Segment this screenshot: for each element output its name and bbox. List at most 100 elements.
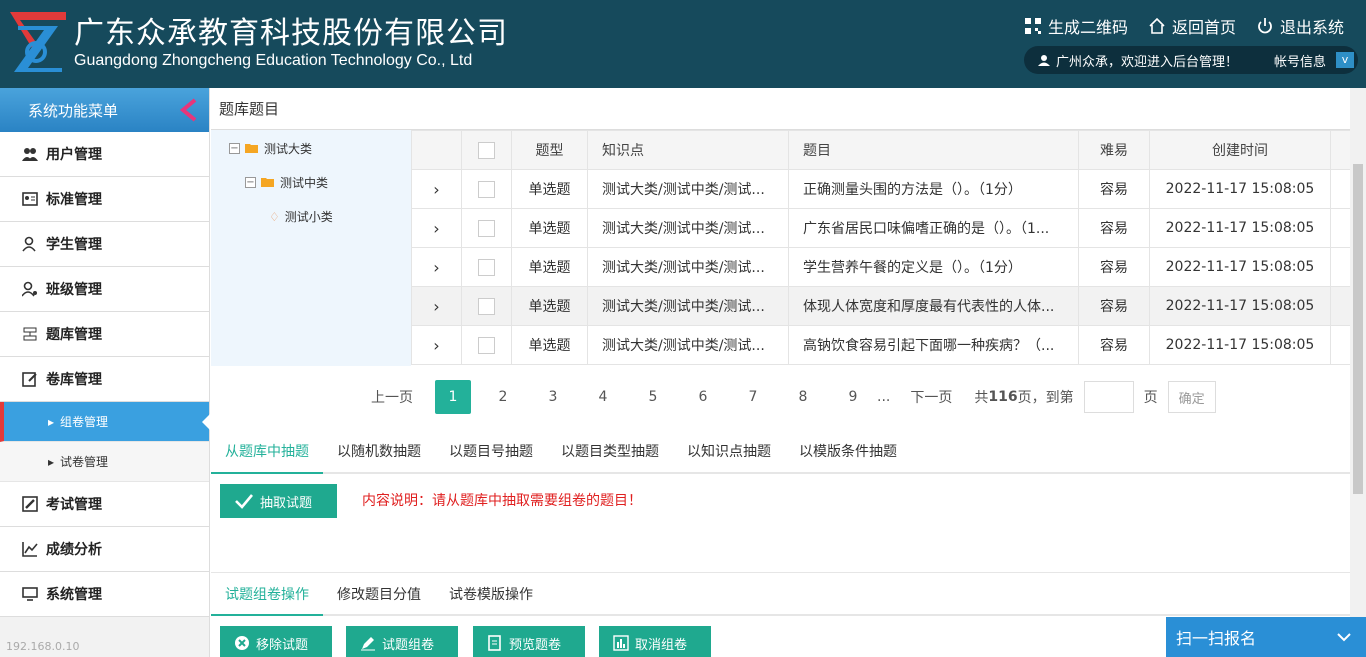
- total-pages: 116: [988, 389, 1018, 405]
- select-all-checkbox[interactable]: [478, 141, 495, 159]
- sidebar-item-label: 系统管理: [46, 587, 102, 603]
- column-header-question: 题目: [788, 130, 1079, 170]
- page-8-button[interactable]: 8: [785, 380, 821, 414]
- chevron-down-icon: [1337, 633, 1351, 642]
- compose-paper-button[interactable]: 试题组卷: [346, 626, 458, 657]
- edit-icon: [22, 372, 37, 387]
- tree-node-level1[interactable]: − 测试大类: [229, 140, 312, 157]
- remove-questions-button[interactable]: 移除试题: [220, 626, 332, 657]
- prev-page-button[interactable]: 上一页: [371, 387, 413, 407]
- home-link[interactable]: 返回首页: [1148, 14, 1236, 38]
- cell-type: 单选题: [511, 169, 588, 209]
- preview-paper-button[interactable]: 预览题卷: [473, 626, 585, 657]
- table-row[interactable]: › 单选题 测试大类/测试中类/测试... 高钠饮食容易引起下面哪一种疾病？（.…: [411, 325, 1351, 365]
- goto-page-input[interactable]: [1083, 381, 1134, 413]
- table-row[interactable]: › 单选题 测试大类/测试中类/测试... 学生营养午餐的定义是（）。（1分） …: [411, 247, 1351, 287]
- tree-collapse-icon[interactable]: −: [229, 143, 240, 154]
- row-checkbox[interactable]: [478, 219, 495, 237]
- tab-extract-by-number[interactable]: 以题目号抽题: [435, 430, 547, 472]
- page-7-button[interactable]: 7: [735, 380, 771, 414]
- page-1-button[interactable]: 1: [435, 380, 471, 414]
- page-6-button[interactable]: 6: [685, 380, 721, 414]
- cell-knowledge: 测试大类/测试中类/测试...: [587, 247, 789, 287]
- expand-row-icon[interactable]: ›: [433, 258, 439, 277]
- tab-random-extract[interactable]: 以随机数抽题: [323, 430, 435, 472]
- cell-time: 2022-11-17 15:08:05: [1149, 286, 1331, 326]
- table-row[interactable]: › 单选题 测试大类/测试中类/测试... 正确测量头围的方法是（）。（1分） …: [411, 169, 1351, 209]
- page-3-button[interactable]: 3: [535, 380, 571, 414]
- column-header-type: 题型: [511, 130, 588, 170]
- sidebar-item-score-analysis[interactable]: 成绩分析: [0, 527, 209, 572]
- account-dropdown-button[interactable]: v: [1336, 52, 1354, 68]
- cell-time: 2022-11-17 15:08:05: [1149, 325, 1331, 365]
- tab-template-operations[interactable]: 试卷模版操作: [435, 573, 547, 614]
- cancel-compose-button[interactable]: 取消组卷: [599, 626, 711, 657]
- row-checkbox[interactable]: [478, 180, 495, 198]
- page-2-button[interactable]: 2: [485, 380, 521, 414]
- tree-node-level3[interactable]: ♢ 测试小类: [269, 208, 333, 225]
- class-icon: [22, 281, 37, 297]
- sidebar-item-label: 学生管理: [46, 237, 102, 253]
- sidebar-item-classes[interactable]: 班级管理: [0, 267, 209, 312]
- generate-qrcode-link[interactable]: 生成二维码: [1024, 14, 1128, 38]
- logout-link[interactable]: 退出系统: [1256, 14, 1344, 38]
- expand-row-icon[interactable]: ›: [433, 336, 439, 355]
- cell-time: 2022-11-17 15:08:05: [1149, 247, 1331, 287]
- cell-knowledge: 测试大类/测试中类/测试...: [587, 169, 789, 209]
- tab-modify-scores[interactable]: 修改题目分值: [323, 573, 435, 614]
- row-checkbox[interactable]: [478, 297, 495, 315]
- extract-questions-button[interactable]: 抽取试题: [220, 484, 337, 518]
- sidebar-subitem-compose-paper[interactable]: ▸ 组卷管理: [0, 402, 210, 442]
- expand-row-icon[interactable]: ›: [433, 219, 439, 238]
- scan-to-register-panel[interactable]: 扫一扫报名: [1166, 617, 1366, 657]
- row-checkbox[interactable]: [478, 258, 495, 276]
- cancel-button-label: 取消组卷: [635, 636, 688, 652]
- page-scrollbar[interactable]: [1350, 88, 1366, 657]
- tree-node-level2[interactable]: − 测试中类: [245, 174, 328, 191]
- scrollbar-thumb[interactable]: [1353, 164, 1363, 494]
- expand-row-icon[interactable]: ›: [433, 180, 439, 199]
- category-tree: − 测试大类 − 测试中类 ♢ 测试小类: [211, 130, 411, 366]
- page-4-button[interactable]: 4: [585, 380, 621, 414]
- row-checkbox[interactable]: [478, 336, 495, 354]
- tree-collapse-icon[interactable]: −: [245, 177, 256, 188]
- cell-type: 单选题: [511, 247, 588, 287]
- tree-node-label: 测试大类: [264, 142, 313, 156]
- tab-extract-by-knowledge[interactable]: 以知识点抽题: [673, 430, 785, 472]
- sidebar-item-paper-bank[interactable]: 卷库管理: [0, 357, 209, 402]
- column-header-time: 创建时间: [1149, 130, 1331, 170]
- page-5-button[interactable]: 5: [635, 380, 671, 414]
- filler-header: [1330, 130, 1351, 170]
- tab-extract-by-type[interactable]: 以题目类型抽题: [547, 430, 673, 472]
- sidebar-item-users[interactable]: 用户管理: [0, 132, 209, 177]
- sidebar-item-label: 题库管理: [46, 327, 102, 343]
- account-info-link[interactable]: 帐号信息: [1274, 51, 1326, 70]
- tab-compose-operations[interactable]: 试题组卷操作: [211, 573, 323, 616]
- extract-button-label: 抽取试题: [260, 494, 313, 510]
- expand-row-icon[interactable]: ›: [433, 297, 439, 316]
- goto-confirm-button[interactable]: 确定: [1167, 381, 1216, 413]
- page-word: 页: [1143, 390, 1158, 406]
- scan-label: 扫一扫报名: [1176, 629, 1257, 648]
- sidebar-item-system[interactable]: 系统管理: [0, 572, 209, 617]
- cell-knowledge: 测试大类/测试中类/测试...: [587, 208, 789, 248]
- sidebar-item-students[interactable]: 学生管理: [0, 222, 209, 267]
- list-icon: [23, 327, 37, 341]
- next-page-button[interactable]: 下一页: [910, 387, 952, 407]
- cell-type: 单选题: [511, 325, 588, 365]
- filler-cell: [1330, 169, 1351, 209]
- home-icon: [1149, 17, 1165, 34]
- tab-extract-by-template[interactable]: 以模版条件抽题: [785, 430, 911, 472]
- collapse-chevron-icon[interactable]: [175, 98, 199, 122]
- page-9-button[interactable]: 9: [835, 380, 871, 414]
- tab-extract-from-bank[interactable]: 从题库中抽题: [211, 430, 323, 474]
- table-row[interactable]: › 单选题 测试大类/测试中类/测试... 广东省居民口味偏嗜正确的是（）。（1…: [411, 208, 1351, 248]
- cell-question: 高钠饮食容易引起下面哪一种疾病？（...: [788, 325, 1079, 365]
- sidebar-subitem-paper-manage[interactable]: ▸ 试卷管理: [0, 442, 209, 482]
- table-row[interactable]: › 单选题 测试大类/测试中类/测试... 体现人体宽度和厚度最有代表性的人体.…: [411, 286, 1351, 326]
- sidebar-item-standards[interactable]: 标准管理: [0, 177, 209, 222]
- sidebar-item-exams[interactable]: 考试管理: [0, 482, 209, 527]
- sidebar-subitem-label: 组卷管理: [60, 415, 109, 429]
- extract-panel: 抽取试题 内容说明：请从题库中抽取需要组卷的题目！: [211, 474, 1350, 570]
- sidebar-item-question-bank[interactable]: 题库管理: [0, 312, 209, 357]
